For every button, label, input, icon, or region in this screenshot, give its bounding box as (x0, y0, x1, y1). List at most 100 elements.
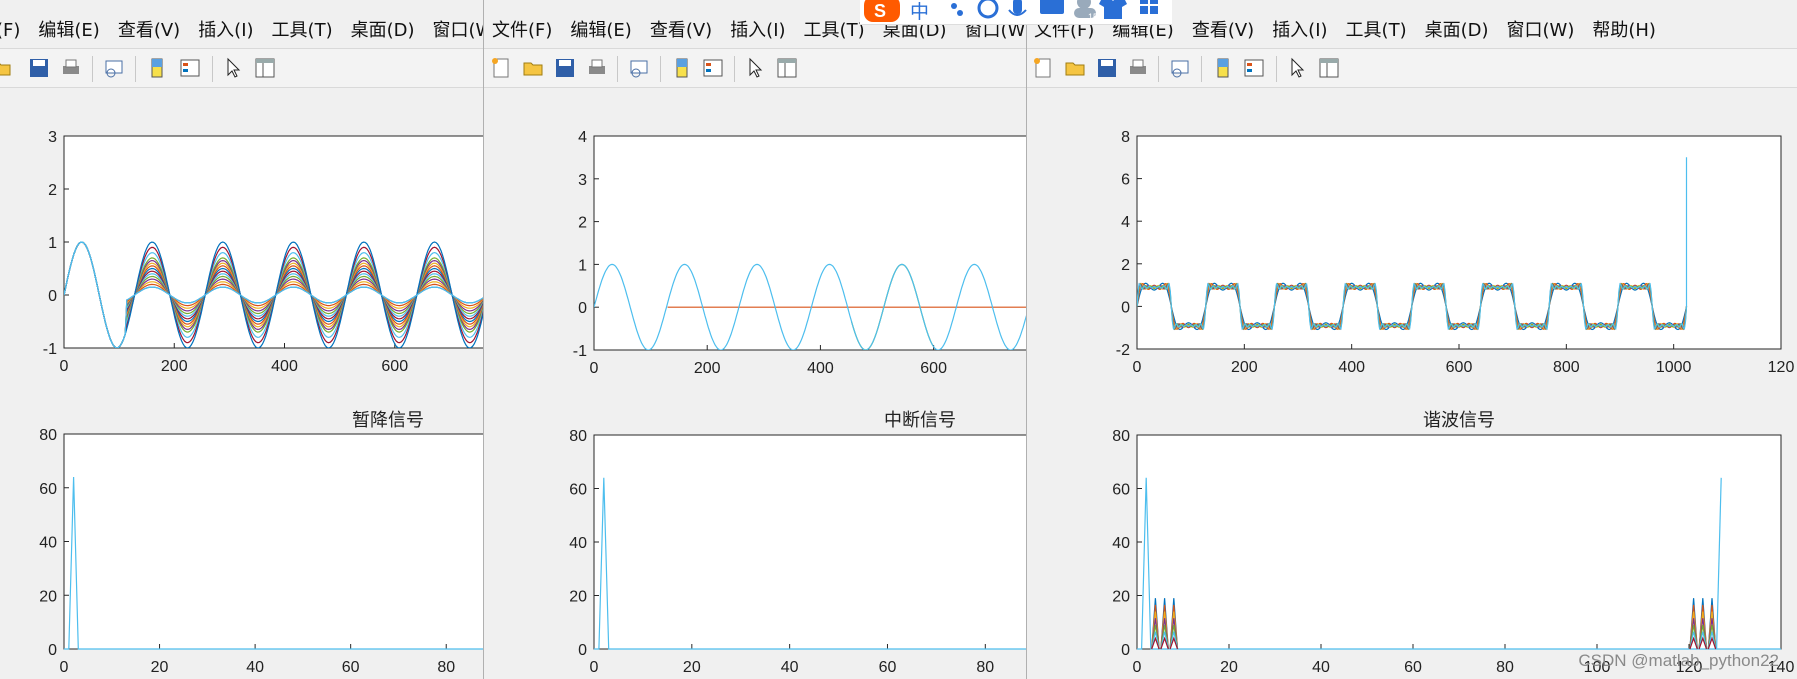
x-tick-label: 400 (1338, 359, 1365, 376)
x-tick-label: 0 (590, 659, 599, 676)
toolbox-grid-icon[interactable] (1140, 0, 1158, 14)
menu-edit[interactable]: 编辑(E) (38, 15, 99, 47)
y-tick-label: 20 (1112, 589, 1130, 606)
user-icon[interactable]: 15 (1074, 0, 1098, 22)
top-axes: 43210-1020040060080 (573, 129, 1028, 377)
menu-view[interactable]: 查看(V) (1192, 15, 1254, 47)
x-tick-label: 60 (342, 659, 360, 676)
x-tick-label: 600 (381, 358, 408, 375)
keyboard-icon[interactable] (1040, 0, 1064, 14)
x-tick-label: 1000 (1656, 359, 1692, 376)
bottom-axes: 80 60 40 20 00 20 40 60 80 中断信号 (569, 410, 1028, 676)
link-plot-icon[interactable] (628, 57, 650, 79)
y-tick-label: 40 (569, 535, 587, 552)
top-axes: 86420-20 200 400 600 800 1000 120 (1116, 129, 1795, 376)
open-folder-icon[interactable] (522, 57, 544, 79)
legend-icon[interactable] (1243, 57, 1265, 79)
property-editor-icon[interactable] (1318, 57, 1340, 79)
property-editor-icon[interactable] (254, 57, 276, 79)
menu-file[interactable]: (F) (0, 15, 20, 47)
x-tick-label: 0 (1133, 359, 1142, 376)
menu-edit[interactable]: 编辑(E) (570, 15, 631, 47)
sogou-logo-icon[interactable]: S (864, 0, 900, 22)
open-folder-icon[interactable] (1064, 57, 1086, 79)
pointer-icon[interactable] (1287, 57, 1309, 79)
figure-canvas: 3210-10 200 400 600 8060402000 20 40 60 80暂降信号 (39, 129, 484, 676)
x-tick-label: 0 (60, 659, 69, 676)
pointer-icon[interactable] (745, 57, 767, 79)
menu-desktop[interactable]: 桌面(D) (351, 15, 415, 47)
colorbar-icon[interactable] (671, 57, 693, 79)
new-figure-icon[interactable] (490, 57, 512, 79)
y-tick-label: 0 (48, 288, 57, 305)
ime-mode-label[interactable]: 中 (910, 1, 929, 23)
colorbar-icon[interactable] (1212, 57, 1234, 79)
y-tick-label: -1 (43, 341, 57, 358)
menu-view[interactable]: 查看(V) (118, 15, 180, 47)
axes-box (1136, 434, 1782, 650)
new-figure-icon[interactable] (1032, 57, 1054, 79)
save-icon[interactable] (28, 57, 50, 79)
y-tick-label: 0 (1121, 299, 1130, 316)
y-tick-label: 80 (569, 428, 587, 445)
x-tick-label: 200 (694, 360, 721, 377)
link-plot-icon[interactable] (103, 57, 125, 79)
colorbar-icon[interactable] (146, 57, 168, 79)
save-icon[interactable] (554, 57, 576, 79)
microphone-icon[interactable] (1008, 0, 1027, 16)
pointer-icon[interactable] (223, 57, 245, 79)
menu-tools[interactable]: 工具(T) (1346, 15, 1407, 47)
x-tick-label: 80 (1496, 659, 1514, 676)
menu-help[interactable]: 帮助(H) (1592, 15, 1656, 47)
menu-view[interactable]: 查看(V) (650, 15, 712, 47)
legend-icon[interactable] (702, 57, 724, 79)
figure-toolbar (0, 48, 484, 88)
ime-badge: 15 (1088, 12, 1098, 22)
y-tick-label: 2 (578, 215, 587, 232)
y-tick-label: 60 (569, 482, 587, 499)
x-tick-label: 600 (1446, 359, 1473, 376)
x-tick-label: 600 (920, 360, 947, 377)
x-tick-label: 200 (1231, 359, 1258, 376)
punctuation-icon[interactable] (951, 3, 963, 16)
open-folder-icon[interactable] (0, 57, 12, 79)
x-tick-label: 800 (1553, 359, 1580, 376)
x-tick-label: 200 (161, 358, 188, 375)
save-icon[interactable] (1096, 57, 1118, 79)
link-plot-icon[interactable] (1169, 57, 1191, 79)
y-tick-label: 40 (1112, 535, 1130, 552)
emoji-icon[interactable] (977, 0, 999, 19)
csdn-watermark: CSDN @matlab_python22 (1578, 651, 1779, 670)
bottom-axes: 80 60 40 20 00 20 40 60 80 暂降信号 (39, 410, 484, 676)
menu-window[interactable]: 窗口(W) (433, 15, 485, 47)
menu-file[interactable]: 文件(F) (492, 15, 552, 47)
print-icon[interactable] (60, 57, 82, 79)
legend-icon[interactable] (179, 57, 201, 79)
x-tick-label: 400 (271, 358, 298, 375)
figure-window-interruption: 文件(F) 编辑(E) 查看(V) 插入(I) 工具(T) 桌面(D) 窗口(W) 4321… (483, 0, 1028, 679)
top-axes: 3210-10 200 400 600 (43, 129, 484, 375)
menu-insert[interactable]: 插入(I) (1272, 15, 1327, 47)
menu-desktop[interactable]: 桌面(D) (1425, 15, 1489, 47)
x-tick-label: 0 (1133, 659, 1142, 676)
menu-tools[interactable]: 工具(T) (804, 15, 865, 47)
menu-insert[interactable]: 插入(I) (198, 15, 253, 47)
print-icon[interactable] (1127, 57, 1149, 79)
x-tick-label: 40 (781, 659, 799, 676)
y-tick-label: 4 (1121, 214, 1130, 231)
axes-box (593, 434, 1028, 650)
y-tick-label: 1 (578, 257, 587, 274)
axes-box (63, 433, 484, 650)
menu-insert[interactable]: 插入(I) (730, 15, 785, 47)
y-tick-label: 40 (39, 535, 57, 552)
print-icon[interactable] (586, 57, 608, 79)
axes-box (593, 135, 1028, 351)
y-tick-label: 60 (39, 481, 57, 498)
menu-window[interactable]: 窗口(W) (1507, 15, 1575, 47)
y-tick-label: 3 (48, 129, 57, 146)
menu-tools[interactable]: 工具(T) (272, 15, 333, 47)
x-tick-label: 20 (683, 659, 701, 676)
property-editor-icon[interactable] (776, 57, 798, 79)
skin-shirt-icon[interactable] (1099, 0, 1127, 19)
y-tick-label: 0 (578, 300, 587, 317)
